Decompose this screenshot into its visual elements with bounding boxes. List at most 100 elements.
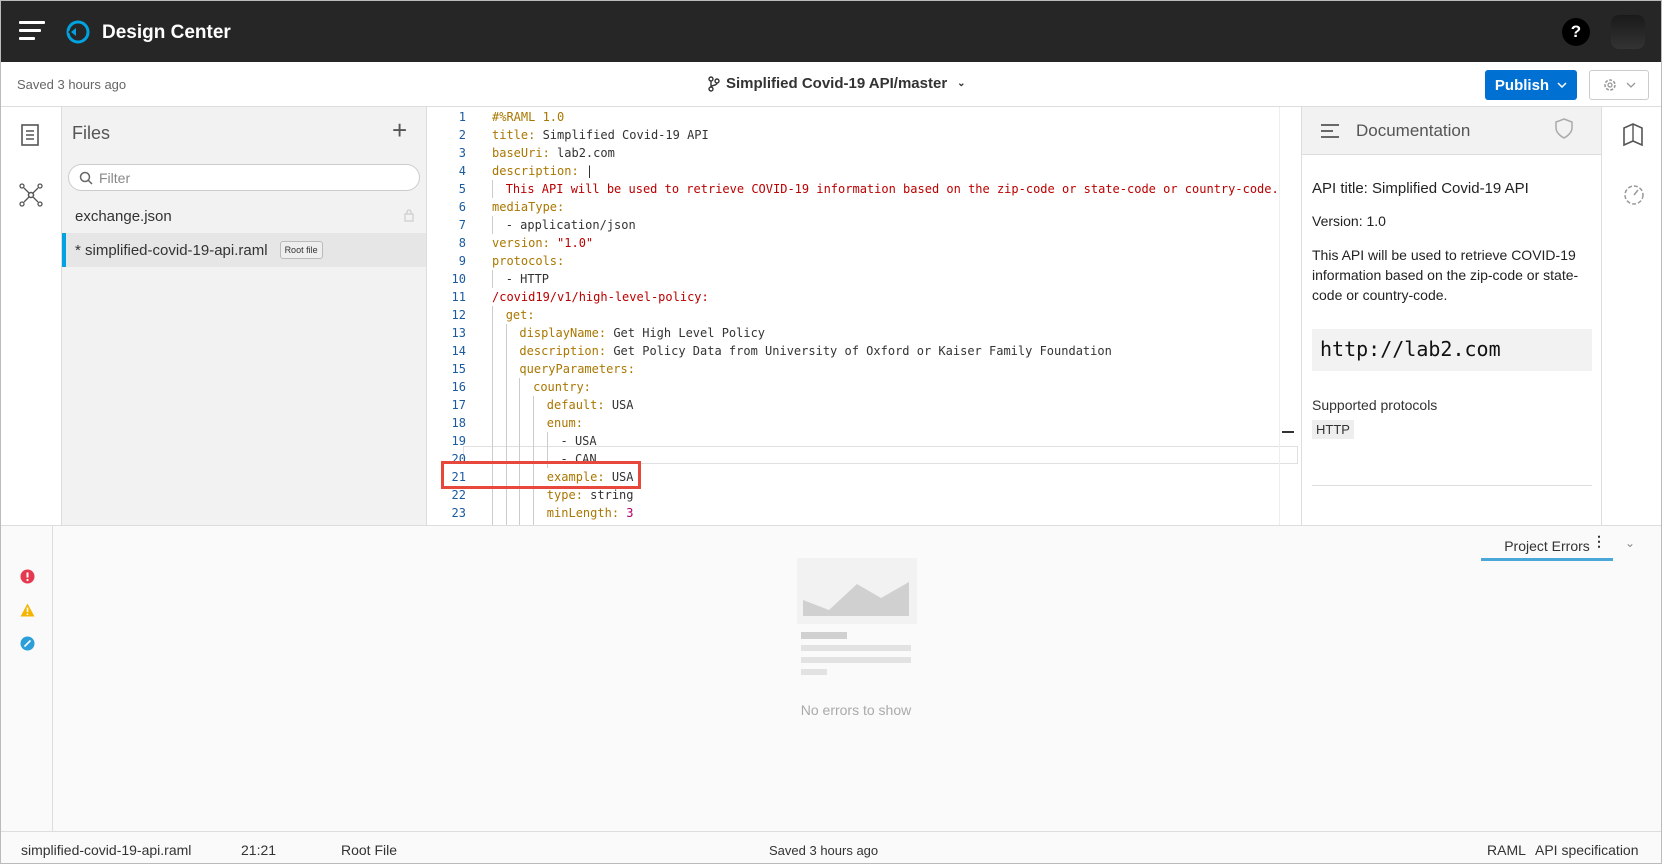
status-bar: simplified-covid-19-api.raml 21:21 Root … [1, 831, 1661, 863]
gear-icon [1604, 79, 1616, 91]
files-icon[interactable] [19, 123, 41, 147]
user-avatar[interactable] [1611, 15, 1645, 49]
indent-guide [492, 504, 493, 522]
design-center-window: Design Center ? Saved 3 hours ago Simpli… [0, 0, 1662, 864]
indent-guide [492, 342, 493, 360]
menu-icon[interactable] [19, 21, 45, 41]
code-line[interactable]: 19 - USA [428, 432, 1298, 450]
code-line[interactable]: 16 country: [428, 378, 1298, 396]
indent-guide [533, 504, 535, 522]
filter-input[interactable] [99, 169, 399, 186]
file-name: exchange.json [75, 207, 172, 225]
line-number: 3 [458, 146, 466, 160]
indent-guide [533, 414, 535, 432]
doc-protocols-label: Supported protocols [1312, 397, 1438, 413]
line-text: title: Simplified Covid-19 API [492, 128, 709, 142]
indent-guide [492, 414, 493, 432]
lock-icon [404, 209, 414, 222]
code-editor[interactable]: 1 #%RAML 1.0 2 title: Simplified Covid-19 A… [428, 107, 1298, 525]
error-icon[interactable] [20, 569, 35, 584]
indent-guide [505, 504, 507, 522]
info-link-icon[interactable] [20, 636, 35, 651]
file-item-exchange-json[interactable]: exchange.json [62, 199, 426, 233]
line-text: mediaType: [492, 200, 565, 214]
status-file-name: simplified-covid-19-api.raml [21, 842, 192, 858]
code-line[interactable]: 8 version: "1.0" [428, 234, 1298, 252]
indent-guide [519, 504, 521, 522]
project-branch-selector[interactable]: Simplified Covid-19 API/master ⌄ [708, 75, 966, 92]
line-number: 5 [458, 182, 466, 196]
indent-guide [492, 378, 493, 396]
line-number: 11 [451, 290, 466, 304]
code-line[interactable]: 23 minLength: 3 [428, 504, 1298, 522]
line-text: description: | [492, 164, 594, 178]
settings-button[interactable] [1589, 70, 1649, 100]
code-line[interactable]: 6 mediaType: [428, 198, 1298, 216]
indent-guide [505, 360, 507, 378]
code-line[interactable]: 7 - application/json [428, 216, 1298, 234]
dependencies-icon[interactable] [19, 183, 43, 207]
code-line[interactable]: 2 title: Simplified Covid-19 API [428, 126, 1298, 144]
file-item-root-raml[interactable]: * simplified-covid-19-api.raml Root file [62, 233, 426, 267]
project-errors-panel: Project Errors ⋮ ⌄ No errors to show [1, 525, 1661, 832]
code-line[interactable]: 14 description: Get Policy Data from Univ… [428, 342, 1298, 360]
indent-guide [533, 396, 535, 414]
save-status: Saved 3 hours ago [17, 77, 127, 92]
indent-guide [505, 378, 507, 396]
filter-field[interactable] [68, 164, 420, 191]
code-line[interactable]: 11/covid19/v1/high-level-policy: [428, 288, 1298, 306]
shield-icon[interactable] [1554, 118, 1574, 140]
indent-guide [505, 432, 507, 450]
help-button[interactable]: ? [1562, 18, 1590, 46]
code-line[interactable]: 4 description: | [428, 162, 1298, 180]
warning-icon[interactable] [20, 603, 35, 617]
line-number: 4 [458, 164, 466, 178]
empty-state-message: No errors to show [800, 702, 912, 718]
chevron-down-icon [1626, 82, 1636, 88]
code-line[interactable]: 3 baseUri: lab2.com [428, 144, 1298, 162]
left-rail [1, 107, 62, 525]
code-line[interactable]: 12 get: [428, 306, 1298, 324]
documentation-panel: Documentation API title: Simplified Covi… [1301, 107, 1602, 525]
add-file-button[interactable]: + [392, 115, 407, 146]
divider [1312, 485, 1592, 486]
code-line[interactable]: 10 - HTTP [428, 270, 1298, 288]
publish-button[interactable]: Publish [1485, 70, 1577, 100]
indent-guide [505, 324, 507, 342]
chevron-down-icon[interactable]: ⌄ [1625, 536, 1635, 550]
line-number: 19 [451, 434, 466, 448]
line-text: description: Get Policy Data from Univer… [519, 344, 1112, 358]
doc-version: Version: 1.0 [1312, 213, 1386, 229]
line-number: 9 [458, 254, 466, 268]
documentation-book-icon[interactable] [1622, 123, 1644, 147]
line-text: /covid19/v1/high-level-policy: [492, 290, 709, 304]
indent-guide [492, 270, 493, 288]
code-line[interactable]: 17 default: USA [428, 396, 1298, 414]
indent-guide [492, 396, 493, 414]
documentation-header: Documentation [1302, 107, 1602, 155]
line-text: #%RAML 1.0 [492, 110, 565, 124]
editor-scrollbar[interactable] [1279, 107, 1297, 525]
code-line[interactable]: 5 This API will be used to retrieve COVID… [428, 180, 1298, 198]
indent-guide [533, 432, 535, 450]
line-text: default: USA [546, 398, 634, 412]
indent-guide [492, 180, 493, 198]
list-icon[interactable] [1320, 123, 1340, 139]
more-options-icon[interactable]: ⋮ [1592, 533, 1606, 550]
code-line[interactable]: 1 #%RAML 1.0 [428, 108, 1298, 126]
code-line[interactable]: 13 displayName: Get High Level Policy [428, 324, 1298, 342]
line-text: protocols: [492, 254, 565, 268]
mocking-service-icon[interactable] [1622, 183, 1646, 207]
indent-guide [492, 432, 493, 450]
line-text: enum: [546, 416, 583, 430]
code-line[interactable]: 9 protocols: [428, 252, 1298, 270]
indent-guide [492, 216, 493, 234]
code-line[interactable]: 18 enum: [428, 414, 1298, 432]
line-text: minLength: 3 [546, 506, 634, 520]
line-number: 18 [451, 416, 466, 430]
line-number: 2 [458, 128, 466, 142]
code-line[interactable]: 15 queryParameters: [428, 360, 1298, 378]
search-icon [79, 171, 93, 185]
indent-guide [505, 414, 507, 432]
indent-guide [505, 396, 507, 414]
